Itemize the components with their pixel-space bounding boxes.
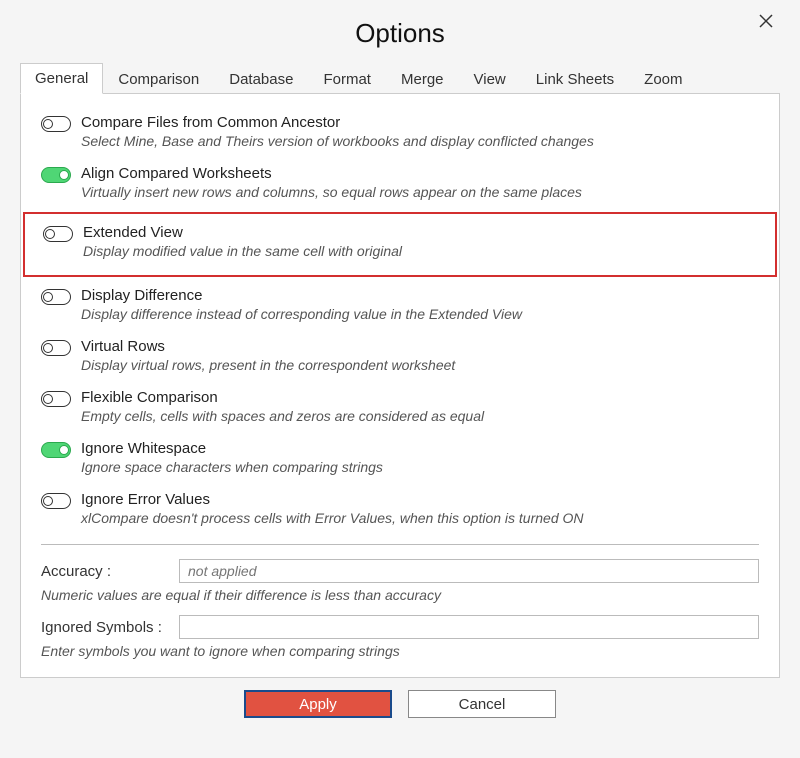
toggle-display-difference[interactable]: [41, 289, 71, 305]
option-desc: Display modified value in the same cell …: [83, 243, 757, 259]
option-compare-ancestor: Compare Files from Common Ancestor Selec…: [41, 112, 759, 161]
option-title: Display Difference: [81, 287, 759, 304]
option-title: Flexible Comparison: [81, 389, 759, 406]
dialog-title: Options: [0, 0, 800, 63]
option-ignore-error-values: Ignore Error Values xlCompare doesn't pr…: [41, 489, 759, 538]
tab-content: Compare Files from Common Ancestor Selec…: [20, 93, 780, 678]
close-icon: [759, 11, 773, 34]
options-dialog: Options General Comparison Database Form…: [0, 0, 800, 758]
option-flexible-comparison: Flexible Comparison Empty cells, cells w…: [41, 387, 759, 436]
option-title: Ignore Error Values: [81, 491, 759, 508]
option-title: Extended View: [83, 224, 757, 241]
highlighted-option: Extended View Display modified value in …: [23, 212, 777, 277]
option-desc: Display difference instead of correspond…: [81, 306, 759, 322]
option-virtual-rows: Virtual Rows Display virtual rows, prese…: [41, 336, 759, 385]
tab-comparison[interactable]: Comparison: [103, 64, 214, 94]
apply-button[interactable]: Apply: [244, 690, 392, 718]
cancel-button[interactable]: Cancel: [408, 690, 556, 718]
tab-link-sheets[interactable]: Link Sheets: [521, 64, 629, 94]
toggle-align-worksheets[interactable]: [41, 167, 71, 183]
option-desc: Virtually insert new rows and columns, s…: [81, 184, 759, 200]
option-title: Ignore Whitespace: [81, 440, 759, 457]
option-title: Virtual Rows: [81, 338, 759, 355]
option-extended-view: Extended View Display modified value in …: [43, 222, 757, 271]
tab-view[interactable]: View: [459, 64, 521, 94]
option-display-difference: Display Difference Display difference in…: [41, 285, 759, 334]
tab-zoom[interactable]: Zoom: [629, 64, 697, 94]
separator: [41, 544, 759, 545]
accuracy-row: Accuracy :: [41, 559, 759, 583]
option-desc: Ignore space characters when comparing s…: [81, 459, 759, 475]
ignored-symbols-input[interactable]: [179, 615, 759, 639]
tab-bar: General Comparison Database Format Merge…: [0, 63, 800, 94]
ignored-symbols-label: Ignored Symbols :: [41, 619, 171, 636]
accuracy-label: Accuracy :: [41, 563, 171, 580]
option-desc: Select Mine, Base and Theirs version of …: [81, 133, 759, 149]
toggle-ignore-whitespace[interactable]: [41, 442, 71, 458]
option-align-worksheets: Align Compared Worksheets Virtually inse…: [41, 163, 759, 212]
tab-merge[interactable]: Merge: [386, 64, 459, 94]
option-desc: Display virtual rows, present in the cor…: [81, 357, 759, 373]
tab-database[interactable]: Database: [214, 64, 308, 94]
toggle-flexible-comparison[interactable]: [41, 391, 71, 407]
option-title: Compare Files from Common Ancestor: [81, 114, 759, 131]
close-button[interactable]: [752, 8, 780, 36]
toggle-virtual-rows[interactable]: [41, 340, 71, 356]
toggle-extended-view[interactable]: [43, 226, 73, 242]
option-ignore-whitespace: Ignore Whitespace Ignore space character…: [41, 438, 759, 487]
ignored-symbols-desc: Enter symbols you want to ignore when co…: [41, 643, 759, 659]
accuracy-desc: Numeric values are equal if their differ…: [41, 587, 759, 603]
tab-general[interactable]: General: [20, 63, 103, 94]
ignored-symbols-row: Ignored Symbols :: [41, 615, 759, 639]
option-desc: xlCompare doesn't process cells with Err…: [81, 510, 759, 526]
accuracy-input[interactable]: [179, 559, 759, 583]
tab-format[interactable]: Format: [308, 64, 386, 94]
toggle-compare-ancestor[interactable]: [41, 116, 71, 132]
option-desc: Empty cells, cells with spaces and zeros…: [81, 408, 759, 424]
option-title: Align Compared Worksheets: [81, 165, 759, 182]
toggle-ignore-error-values[interactable]: [41, 493, 71, 509]
button-bar: Apply Cancel: [0, 678, 800, 730]
